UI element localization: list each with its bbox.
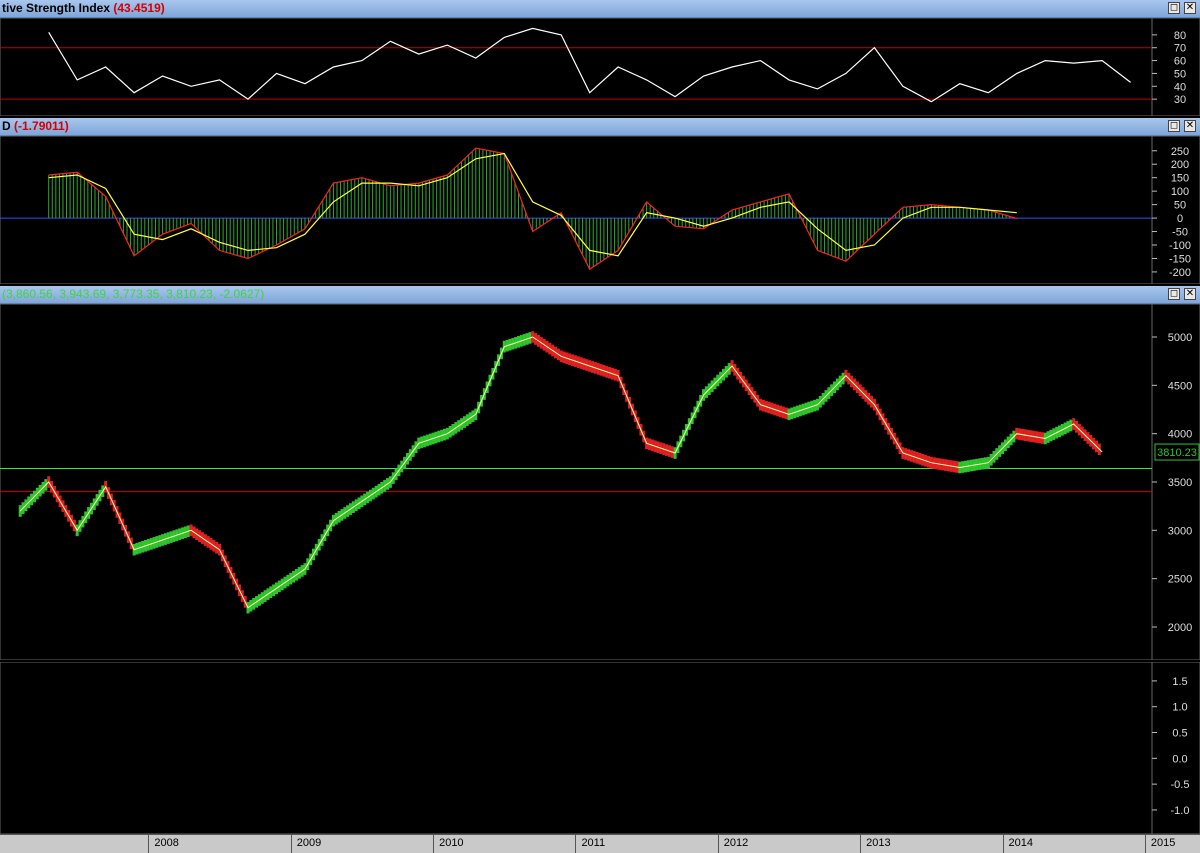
rsi-ytick-label: 80	[1174, 30, 1186, 42]
macd-ytick-label: 100	[1171, 186, 1189, 198]
x-axis-tick	[433, 835, 435, 853]
rsi-ytick-label: 50	[1174, 68, 1186, 80]
rsi-ytick-label: 40	[1174, 81, 1186, 93]
macd-ytick-label: 200	[1171, 159, 1189, 171]
macd-ytick-label: 250	[1171, 146, 1189, 158]
macd-title-bar: D (-1.79011) ◻ ✕	[0, 118, 1200, 136]
price-chart: 2000 2500 3000 3500 4000 4500 5000 3810.23	[0, 304, 1200, 660]
rsi-ytick-label: 70	[1174, 43, 1186, 55]
price-ytick-label: 4500	[1168, 380, 1192, 392]
rsi-restore-button[interactable]: ◻	[1168, 2, 1180, 14]
plot-area	[0, 662, 1153, 834]
macd-ytick-label: 150	[1171, 173, 1189, 185]
rsi-ytick-label: 30	[1174, 94, 1186, 106]
macd-title: D (-1.79011)	[2, 119, 69, 133]
macd-ytick-label: -150	[1169, 253, 1191, 265]
rsi-close-button[interactable]: ✕	[1184, 2, 1196, 14]
x-axis-label: 2009	[296, 837, 322, 849]
price-ytick-label: 3500	[1168, 477, 1192, 489]
price-close-button[interactable]: ✕	[1184, 288, 1196, 300]
empty-ytick-label: -1.0	[1171, 805, 1190, 817]
x-axis-tick	[575, 835, 577, 853]
macd-ytick-label: -200	[1169, 267, 1191, 279]
price-ytick-label: 5000	[1168, 332, 1192, 344]
price-ytick-label: 2000	[1168, 622, 1192, 634]
rsi-ytick-label: 60	[1174, 56, 1186, 68]
plot-area	[0, 18, 1153, 116]
x-axis-label: 2014	[1008, 837, 1033, 849]
price-restore-button[interactable]: ◻	[1168, 288, 1180, 300]
x-axis-tick	[1144, 835, 1146, 853]
macd-ytick-label: -50	[1172, 227, 1188, 239]
empty-ytick-label: -0.5	[1171, 779, 1190, 791]
rsi-chart: 304050607080	[0, 18, 1200, 116]
x-axis-label: 2013	[866, 837, 891, 849]
x-axis-label: 2011	[581, 837, 606, 849]
price-ytick-label: 3000	[1168, 525, 1192, 537]
macd-ytick-label: 0	[1177, 213, 1183, 225]
x-axis-tick	[717, 835, 719, 853]
price-ytick-label: 4000	[1168, 429, 1192, 441]
x-axis-tick	[1002, 835, 1004, 853]
x-axis-label: 2015	[1150, 837, 1176, 849]
x-axis-label: 2010	[439, 837, 464, 849]
x-axis: 2008 2009 2010 2011 2012 2013 2014 2015	[0, 834, 1200, 853]
empty-ytick-label: 0.5	[1172, 728, 1187, 740]
macd-restore-button[interactable]: ◻	[1168, 120, 1180, 132]
price-title: (3,860.56, 3,943.69, 3,773.35, 3,810.23,…	[2, 287, 265, 301]
rsi-title: tive Strength Index (43.4519)	[2, 1, 165, 15]
x-axis-label: 2008	[154, 837, 179, 849]
macd-chart: 250200 150100 500 -50-100-150 -200	[0, 136, 1200, 284]
price-title-bar: (3,860.56, 3,943.69, 3,773.35, 3,810.23,…	[0, 286, 1200, 304]
empty-ytick-label: 0.0	[1172, 753, 1187, 765]
empty-ytick-label: 1.5	[1172, 676, 1187, 688]
x-axis-label: 2012	[723, 837, 749, 849]
x-axis-tick	[860, 835, 862, 853]
price-ytick-label: 2500	[1168, 574, 1192, 586]
macd-close-button[interactable]: ✕	[1184, 120, 1196, 132]
macd-ytick-label: -100	[1169, 240, 1191, 252]
rsi-title-bar: tive Strength Index (43.4519) ◻ ✕	[0, 0, 1200, 18]
empty-chart: 1.5 1.0 0.5 0.0 -0.5 -1.0	[0, 662, 1200, 834]
macd-ytick-label: 50	[1174, 200, 1186, 212]
empty-ytick-label: 1.0	[1172, 702, 1187, 714]
last-value-label: 3810.23	[1157, 447, 1197, 459]
x-axis-tick	[148, 835, 150, 853]
plot-area	[0, 136, 1153, 284]
x-axis-tick	[290, 835, 292, 853]
